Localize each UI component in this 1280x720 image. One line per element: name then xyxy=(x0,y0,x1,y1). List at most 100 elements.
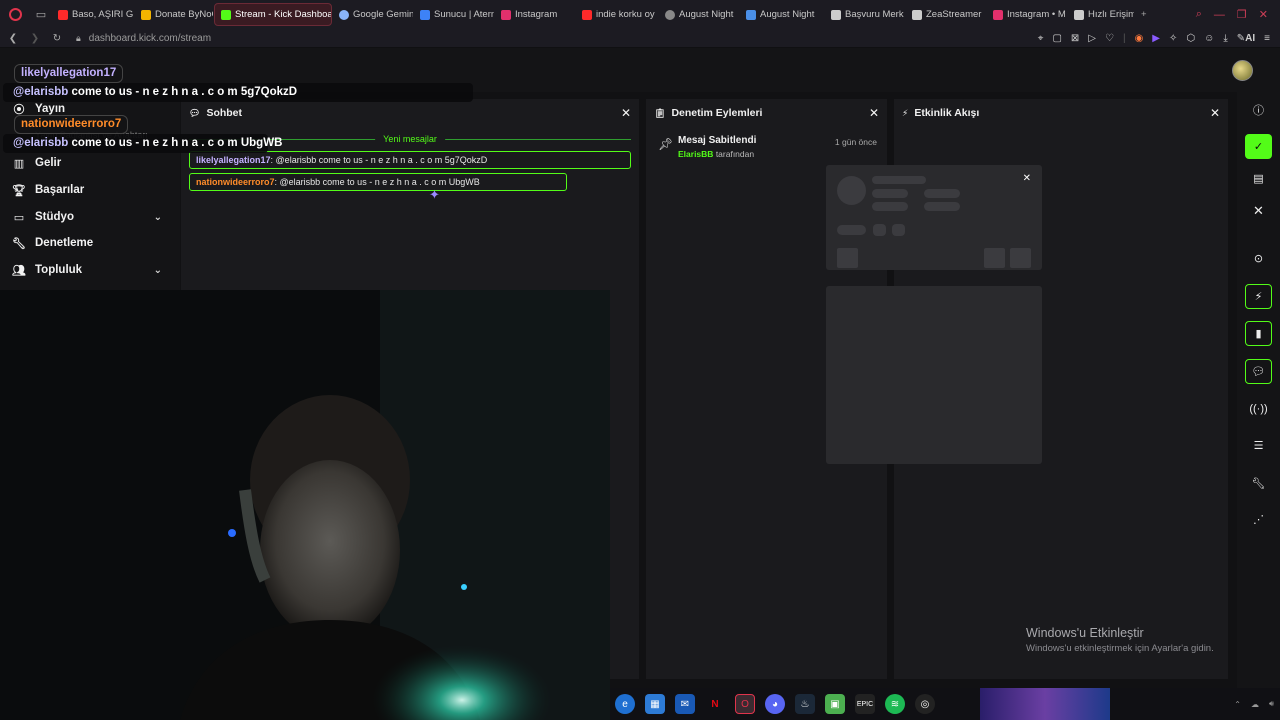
tab-gemini[interactable]: Google Gemini xyxy=(333,3,413,26)
maximize-icon[interactable]: ❐ xyxy=(1237,8,1247,21)
sidebar-item-topluluk[interactable]: 👥︎ Topluluk ⌄ xyxy=(12,259,162,281)
checkmark-button[interactable]: ✓ xyxy=(1245,134,1272,159)
close-card-icon[interactable]: ✕ xyxy=(1023,173,1031,184)
spotify-icon[interactable]: ≋ xyxy=(885,694,905,714)
tab-august-night-2[interactable]: August Night xyxy=(740,3,824,26)
minecraft-icon[interactable]: ▣ xyxy=(825,694,845,714)
new-tab-button[interactable]: + xyxy=(1135,3,1153,26)
tab-kick-dashboard[interactable]: Stream - Kick Dashboard xyxy=(214,3,332,26)
sidebar-item-denetleme[interactable]: 🔧︎ Denetleme xyxy=(12,232,162,254)
mail-icon[interactable]: ✉ xyxy=(675,694,695,714)
overlay-message-1: @elarisbb come to us - n e z h n a . c o… xyxy=(3,83,473,102)
volume-icon[interactable]: 🔊︎ xyxy=(1269,699,1274,709)
discord-icon[interactable]: ◕ xyxy=(765,694,785,714)
extensions-icon[interactable]: ✧ xyxy=(1169,33,1177,44)
tab-baso[interactable]: Baso, AŞIRI GI xyxy=(52,3,134,26)
activity-card-skeleton-2 xyxy=(826,286,1042,464)
play-icon[interactable]: ▷ xyxy=(1088,33,1096,44)
moderation-panel-header: 📋︎ Denetim Eylemleri ✕ xyxy=(654,106,879,120)
epic-games-icon[interactable]: EPIC xyxy=(855,694,875,714)
page-icon xyxy=(912,9,922,20)
opera-gx-icon[interactable]: O xyxy=(735,694,755,714)
chat-message[interactable]: likelyallegation17: @elarisbb come to us… xyxy=(189,151,631,169)
by-suffix: tarafından xyxy=(715,149,755,159)
overlay-message-text: come to us - n e z h n a . c o m 5g7Qokz… xyxy=(68,86,298,98)
ai-button[interactable]: ✎AI xyxy=(1237,33,1255,44)
tab-aternos[interactable]: Sunucu | Aterno xyxy=(414,3,494,26)
puzzle-icon[interactable]: ⬡ xyxy=(1186,33,1195,44)
broadcast-icon[interactable]: ((·)) xyxy=(1245,396,1272,421)
loading-icon xyxy=(665,9,675,20)
system-tray: ⌃ ☁ 🔊︎ xyxy=(1234,688,1280,720)
vpn-icon[interactable]: ⊠ xyxy=(1071,33,1079,44)
browser-tab-bar: ▭ Baso, AŞIRI GI Donate ByNoG Stream - K… xyxy=(0,0,1280,29)
close-moderation-icon[interactable]: ✕ xyxy=(869,106,879,120)
chat-message[interactable]: nationwideerroro7: @elarisbb come to us … xyxy=(189,173,567,191)
clipboard-panel-button[interactable]: ▮ xyxy=(1245,321,1272,346)
pin-icon[interactable]: ⌖ xyxy=(1038,33,1044,44)
close-rail-icon[interactable]: ✕ xyxy=(1245,198,1272,223)
sidebar-item-gelir[interactable]: ▥ Gelir xyxy=(12,152,162,174)
tab-indie-korku[interactable]: indie korku oy xyxy=(576,3,658,26)
tray-expand-icon[interactable]: ⌃ xyxy=(1234,700,1241,709)
download-icon[interactable]: ⤓ xyxy=(1223,33,1227,44)
close-chat-icon[interactable]: ✕ xyxy=(621,106,631,120)
url-field[interactable]: 🔒︎ dashboard.kick.com/stream xyxy=(76,33,211,44)
search-tabs-icon[interactable]: ⌕ xyxy=(1196,8,1202,21)
reload-icon[interactable]: ↻ xyxy=(48,33,66,44)
tab-instagram[interactable]: Instagram xyxy=(495,3,575,26)
steam-icon[interactable]: ♨ xyxy=(795,694,815,714)
moderation-time: 1 gün önce xyxy=(834,137,877,147)
screenshot-icon[interactable]: ▢ xyxy=(1052,33,1061,44)
activity-card-skeleton: ✕ xyxy=(826,165,1042,270)
skeleton-line xyxy=(872,202,908,211)
opera-menu-button[interactable] xyxy=(0,0,30,29)
close-window-icon[interactable]: ✕ xyxy=(1259,8,1268,21)
cursor-icon: ✦ xyxy=(429,187,440,202)
clipboard-icon: 📋︎ xyxy=(654,107,666,118)
profile-icon[interactable]: ☺ xyxy=(1204,33,1214,44)
obs-icon[interactable]: ◎ xyxy=(915,694,935,714)
skeleton-line xyxy=(924,202,960,211)
tab-instagram-2[interactable]: Instagram • M xyxy=(987,3,1067,26)
back-icon[interactable]: ❮ xyxy=(4,33,22,44)
extension-icon[interactable]: ◉ xyxy=(1135,33,1144,44)
heart-icon[interactable]: ♡ xyxy=(1105,33,1114,44)
tab-menu-icon[interactable]: ▭ xyxy=(30,0,52,29)
nodes-icon[interactable]: ⋰ xyxy=(1245,507,1272,532)
chat-username[interactable]: nationwideerroro7 xyxy=(196,177,275,187)
extension-2-icon[interactable]: ▶ xyxy=(1152,33,1160,44)
tab-august-night-1[interactable]: August Night xyxy=(659,3,739,26)
layout-icon[interactable]: ▤ xyxy=(1245,166,1272,191)
wrench-icon[interactable]: 🔧︎ xyxy=(1245,471,1272,496)
sidebar-item-studyo[interactable]: ▭ Stüdyo ⌄ xyxy=(12,206,162,228)
chart-icon: ▥ xyxy=(13,157,25,170)
menu-icon[interactable]: ≡ xyxy=(1264,33,1270,44)
minimize-icon[interactable]: — xyxy=(1214,9,1225,21)
chat-panel-button[interactable]: 💬︎ xyxy=(1245,359,1272,384)
chat-username[interactable]: likelyallegation17 xyxy=(196,155,271,165)
focus-icon[interactable]: ⊙ xyxy=(1245,246,1272,271)
activation-subtitle: Windows'u etkinleştirmek için Ayarlar'a … xyxy=(1026,643,1214,654)
windows-activation-watermark: Windows'u Etkinleştir Windows'u etkinleş… xyxy=(1026,626,1214,654)
network-icon[interactable]: ☁ xyxy=(1251,700,1259,709)
tab-zeastreamer[interactable]: ZeaStreamer xyxy=(906,3,986,26)
forward-icon[interactable]: ❯ xyxy=(26,33,44,44)
moderator-username[interactable]: ElarisBB xyxy=(678,149,713,159)
close-activity-icon[interactable]: ✕ xyxy=(1210,106,1220,120)
sidebar-item-basarilar[interactable]: 🏆︎ Başarılar xyxy=(12,179,162,201)
info-icon[interactable]: ⓘ xyxy=(1245,97,1272,122)
youtube-icon xyxy=(58,9,68,20)
tab-hizli-erisim[interactable]: Hızlı Erişim xyxy=(1068,3,1134,26)
lightning-panel-button[interactable]: ⚡︎ xyxy=(1245,284,1272,309)
netflix-icon[interactable]: N xyxy=(705,694,725,714)
skeleton-button xyxy=(1010,248,1031,268)
store-icon[interactable]: ▦ xyxy=(645,694,665,714)
edge-icon[interactable]: e xyxy=(615,694,635,714)
overlay-username-2: nationwideerroro7 xyxy=(14,115,129,134)
user-avatar[interactable] xyxy=(1232,60,1253,81)
tab-strip: Baso, AŞIRI GI Donate ByNoG Stream - Kic… xyxy=(52,0,1154,29)
stack-icon[interactable]: ☰ xyxy=(1245,433,1272,458)
tab-basvuru[interactable]: Başvuru Merk xyxy=(825,3,905,26)
tab-donate[interactable]: Donate ByNoG xyxy=(135,3,213,26)
